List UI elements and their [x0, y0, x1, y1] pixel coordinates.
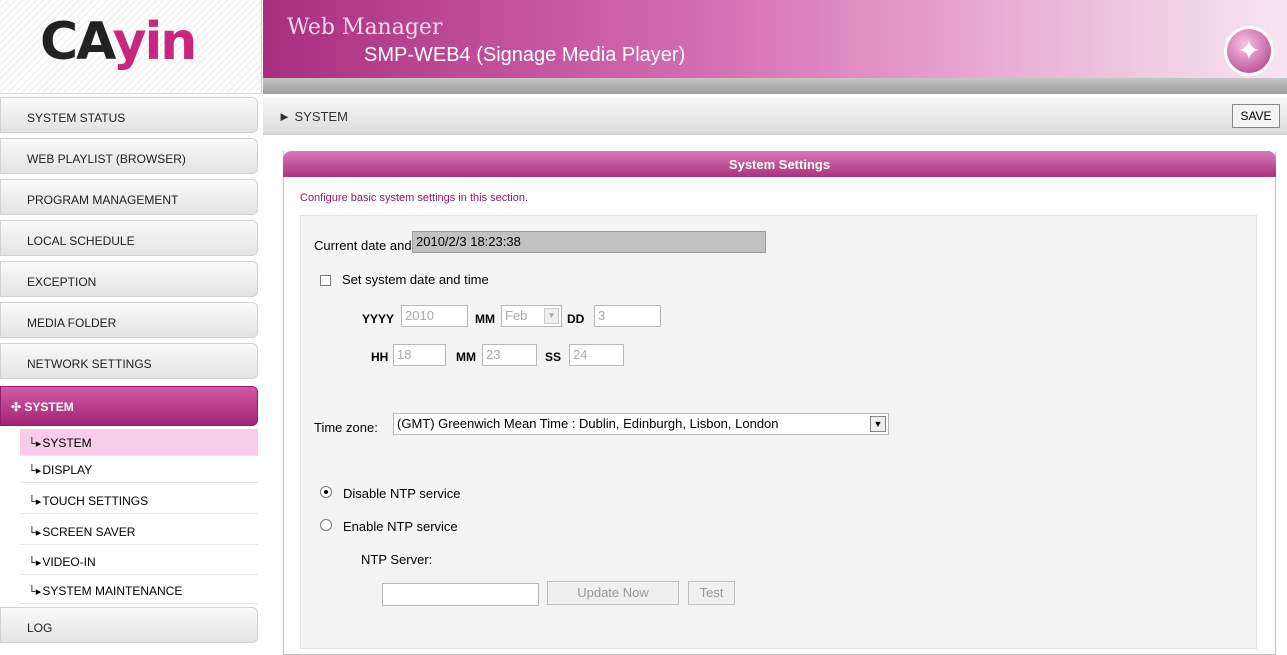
- device-title: SMP-WEB4 (Signage Media Player): [364, 44, 686, 66]
- app-title: Web Manager: [287, 15, 443, 40]
- cayin-logo: CAyin: [40, 12, 197, 72]
- timezone-select[interactable]: (GMT) Greenwich Mean Time : Dublin, Edin…: [393, 413, 889, 435]
- subnav-display[interactable]: └▸DISPLAY: [20, 456, 258, 483]
- disable-ntp-radio[interactable]: [320, 486, 332, 498]
- month-label: MM: [475, 312, 495, 326]
- yyyy-label: YYYY: [362, 312, 395, 326]
- hour-input[interactable]: 18: [393, 344, 446, 366]
- month-select[interactable]: Feb ▼: [501, 305, 562, 327]
- enable-ntp-label: Enable NTP service: [343, 519, 458, 534]
- chevron-down-icon: ▼: [870, 416, 886, 432]
- subnav-system[interactable]: └▸SYSTEM: [20, 429, 258, 456]
- chevron-down-icon: ▼: [544, 308, 559, 324]
- subnav-video-in[interactable]: └▸VIDEO-IN: [20, 548, 258, 575]
- minute-label: MM: [456, 350, 476, 364]
- subnav-touch-settings[interactable]: └▸TOUCH SETTINGS: [20, 487, 258, 514]
- current-datetime-value: 2010/2/3 18:23:38: [412, 231, 766, 253]
- panel-description: Configure basic system settings in this …: [300, 192, 529, 204]
- minute-input[interactable]: 23: [482, 344, 537, 366]
- toolbar: [263, 98, 1287, 135]
- subnav-system-maintenance[interactable]: └▸SYSTEM MAINTENANCE: [20, 577, 258, 604]
- hh-label: HH: [371, 350, 389, 364]
- header-stripe: [263, 78, 1287, 94]
- sub-arrow-icon: └▸: [28, 557, 42, 569]
- dd-label: DD: [567, 312, 585, 326]
- ntp-server-input[interactable]: [382, 583, 539, 606]
- nav-local-schedule[interactable]: LOCAL SCHEDULE: [0, 220, 258, 256]
- magic-wand-icon: ✦: [1224, 26, 1274, 76]
- save-button[interactable]: SAVE: [1232, 104, 1280, 128]
- disable-ntp-label: Disable NTP service: [343, 486, 461, 501]
- set-datetime-label: Set system date and time: [342, 272, 489, 287]
- nav-system[interactable]: ✣ SYSTEM: [0, 386, 258, 426]
- sub-arrow-icon: └▸: [28, 527, 42, 539]
- nav-media-folder[interactable]: MEDIA FOLDER: [0, 302, 258, 338]
- ntp-server-label: NTP Server:: [361, 552, 433, 567]
- ss-label: SS: [545, 350, 562, 364]
- subnav-screen-saver[interactable]: └▸SCREEN SAVER: [20, 518, 258, 545]
- timezone-label: Time zone:: [314, 420, 378, 435]
- enable-ntp-radio[interactable]: [320, 519, 332, 531]
- set-datetime-checkbox[interactable]: [320, 275, 331, 286]
- nav-network-settings[interactable]: NETWORK SETTINGS: [0, 343, 258, 379]
- year-input[interactable]: 2010: [401, 305, 468, 327]
- day-input[interactable]: 3: [594, 305, 661, 327]
- sub-arrow-icon: └▸: [28, 465, 42, 477]
- nav-system-status[interactable]: SYSTEM STATUS: [0, 97, 258, 133]
- update-now-button[interactable]: Update Now: [547, 581, 679, 605]
- sub-arrow-icon: └▸: [28, 496, 42, 508]
- nav-exception[interactable]: EXCEPTION: [0, 261, 258, 297]
- second-input[interactable]: 24: [569, 344, 624, 366]
- breadcrumb: ► SYSTEM: [278, 109, 348, 124]
- nav-web-playlist[interactable]: WEB PLAYLIST (BROWSER): [0, 138, 258, 174]
- nav-program-management[interactable]: PROGRAM MANAGEMENT: [0, 179, 258, 215]
- test-button[interactable]: Test: [688, 581, 735, 605]
- panel-title: System Settings: [283, 151, 1276, 177]
- sub-arrow-icon: └▸: [28, 438, 42, 450]
- nav-log[interactable]: LOG: [0, 607, 258, 643]
- sub-arrow-icon: └▸: [28, 586, 42, 598]
